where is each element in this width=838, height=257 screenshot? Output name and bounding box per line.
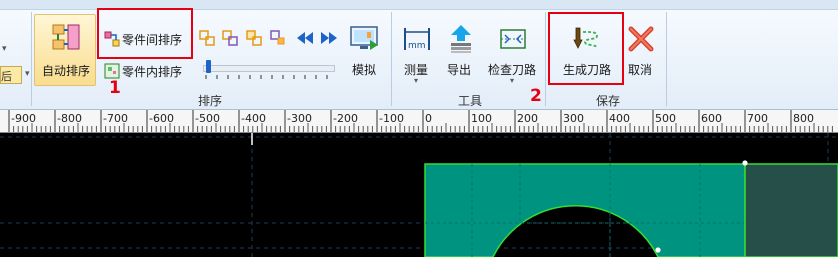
check-toolpath-button[interactable]: 检查刀路 ▾ [485, 22, 541, 85]
check-toolpath-icon [500, 29, 526, 49]
measure-button[interactable]: mm 测量 ▾ [400, 22, 436, 85]
ruler-label: -800 [57, 112, 82, 125]
dropdown-arrow-icon[interactable]: ▾ [510, 76, 514, 85]
ruler-label: 400 [609, 112, 630, 125]
auto-sort-button[interactable]: 自动排序 [34, 14, 96, 86]
ruler-label: -900 [11, 112, 36, 125]
simulate-button[interactable]: 模拟 [344, 22, 384, 82]
ruler-label: -500 [195, 112, 220, 125]
sort-within-part-label: 零件内排序 [122, 65, 183, 79]
start-point-marker [742, 160, 748, 166]
highlight-box-1 [97, 8, 193, 59]
annotation-marker-2: 2 [530, 86, 542, 106]
sort-within-part-icon [104, 63, 120, 79]
monitor-icon [350, 26, 378, 50]
tools-group-label: 工具 [457, 94, 482, 108]
export-button[interactable]: 导出 [443, 22, 479, 84]
export-icon [451, 25, 471, 53]
ruler-label: 300 [563, 112, 584, 125]
order-icon-1[interactable] [199, 30, 215, 46]
rewind-icon[interactable] [296, 31, 314, 45]
ruler-label: -200 [333, 112, 358, 125]
ruler-label: 700 [747, 112, 768, 125]
dropdown-arrow-icon[interactable]: ▾ [2, 44, 7, 54]
save-group-label: 保存 [595, 94, 620, 108]
horizontal-ruler: -900 -800 -700 -600 -500 -400 -300 -200 -100 0 100… [0, 110, 838, 133]
drawing-canvas[interactable] [0, 133, 838, 257]
ruler-label: 0 [425, 112, 432, 125]
cancel-button[interactable]: 取消 [623, 22, 659, 82]
ruler-label: 600 [701, 112, 722, 125]
separator [545, 12, 546, 106]
cancel-label: 取消 [628, 63, 653, 77]
auto-sort-icon [52, 24, 80, 50]
svg-text:mm: mm [408, 41, 426, 51]
close-icon [628, 26, 654, 52]
separator [31, 12, 32, 106]
slider-ticks [205, 75, 328, 79]
ruler-label: 500 [655, 112, 676, 125]
separator [666, 12, 667, 106]
export-label: 导出 [447, 63, 472, 77]
partial-combo-label: 后 [1, 70, 12, 83]
ruler-label: -400 [241, 112, 266, 125]
nested-part[interactable] [424, 163, 746, 257]
adjacent-part[interactable] [744, 163, 838, 257]
order-icon-3[interactable] [246, 30, 262, 46]
order-icon-4[interactable] [270, 30, 286, 46]
slider-thumb[interactable] [206, 60, 211, 73]
ruler-label: 800 [793, 112, 814, 125]
ruler-label: -600 [149, 112, 174, 125]
fast-forward-icon[interactable] [320, 31, 338, 45]
ruler-label: -700 [103, 112, 128, 125]
dropdown-arrow-icon[interactable]: ▾ [25, 69, 30, 79]
separator [391, 12, 392, 106]
highlight-box-2 [548, 12, 624, 85]
ruler-label: 100 [471, 112, 492, 125]
order-icon-2[interactable] [222, 30, 238, 46]
dropdown-arrow-icon[interactable]: ▾ [414, 76, 418, 85]
sort-group-label: 排序 [197, 94, 222, 108]
ribbon-toolbar: ▾ 后 ▾ 自动排序 零件间排序 零件内排序 模拟 排序 mm 测量 ▾ 导出 … [0, 0, 838, 110]
simulation-speed-slider[interactable] [203, 60, 335, 84]
measure-icon: mm [404, 28, 430, 51]
ruler-label: 200 [517, 112, 538, 125]
slider-track [203, 65, 335, 72]
ruler-label: -300 [287, 112, 312, 125]
simulate-label: 模拟 [352, 63, 377, 77]
canvas-drawing [0, 133, 838, 257]
partial-combo[interactable]: 后 [0, 66, 22, 84]
pierce-point-marker [655, 247, 661, 253]
auto-sort-label: 自动排序 [42, 64, 91, 78]
annotation-marker-1: 1 [109, 78, 121, 98]
ruler-label: -100 [379, 112, 404, 125]
